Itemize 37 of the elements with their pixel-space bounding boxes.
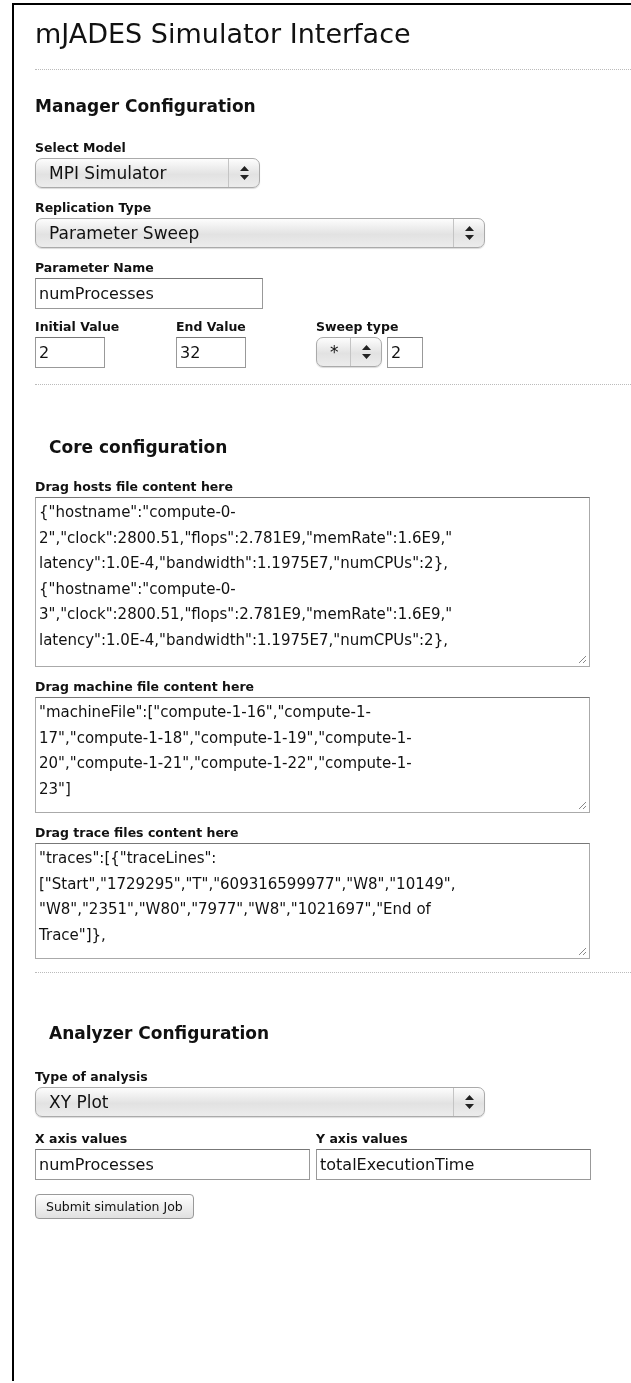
operator-select[interactable]: * xyxy=(316,337,382,367)
field-label: Initial Value xyxy=(35,319,121,335)
submit-button[interactable]: Submit simulation Job xyxy=(35,1194,194,1219)
field-label: Type of analysis xyxy=(35,1069,149,1085)
resize-grip-icon[interactable] xyxy=(578,947,587,956)
model-select[interactable]: MPI Simulator xyxy=(35,158,260,188)
field-label: Drag trace files content here xyxy=(35,825,240,841)
text-area[interactable]: "traces":[{"traceLines": ["Start","1729295","T","609316599977","W8","10149", "W8","2351","W80","7977","W8","1021697","End of Trace"]}, xyxy=(35,843,590,959)
field-label: X axis values xyxy=(35,1131,129,1147)
field-label: Replication Type xyxy=(35,200,153,216)
field-label: Drag hosts file content here xyxy=(35,479,234,495)
input-field[interactable]: numProcesses xyxy=(35,1149,310,1180)
replication-select[interactable]: Parameter Sweep xyxy=(35,218,485,248)
text-area[interactable]: "machineFile":["compute-1-16","compute-1- 17","compute-1-18","compute-1-19","compute-1- 20","compute-1-21","compute-1-22","compute-1- 23"] xyxy=(35,697,590,813)
updown-arrows-icon xyxy=(464,1095,474,1109)
analysis-select[interactable]: XY Plot xyxy=(35,1087,485,1117)
input-field[interactable]: numProcesses xyxy=(35,278,263,309)
resize-grip-icon[interactable] xyxy=(578,655,587,664)
field-label: Select Model xyxy=(35,140,127,156)
field-label: Drag machine file content here xyxy=(35,679,256,695)
updown-arrows-icon xyxy=(464,226,474,240)
input-field[interactable]: 32 xyxy=(176,337,246,368)
input-field[interactable]: 2 xyxy=(35,337,105,368)
input-field[interactable]: 2 xyxy=(387,337,423,368)
field-label: Y axis values xyxy=(316,1131,409,1147)
input-field[interactable]: totalExecutionTime xyxy=(316,1149,591,1180)
resize-grip-icon[interactable] xyxy=(578,801,587,810)
text-area[interactable]: {"hostname":"compute-0- 2","clock":2800.51,"flops":2.781E9,"memRate":1.6E9," latency":1.0E-4,"bandwidth":1.1975E7,"numCPUs":2}, {"hostname":"compute-0- 3","clock":2800.51,"flops":2.781E9,"memRate":1.6E9," latency":1.0E-4,"bandwidth":1.1975E7,"numCPUs":2}, xyxy=(35,497,590,667)
section-heading: Manager Configuration xyxy=(35,95,257,118)
field-label: End Value xyxy=(176,319,247,335)
page-title: mJADES Simulator Interface xyxy=(35,17,412,51)
field-label: Parameter Name xyxy=(35,260,155,276)
section-heading: Analyzer Configuration xyxy=(48,1022,271,1045)
updown-arrows-icon xyxy=(239,166,249,180)
section-heading: Core configuration xyxy=(48,436,229,459)
updown-arrows-icon xyxy=(361,345,371,359)
field-label: Sweep type xyxy=(316,319,400,335)
